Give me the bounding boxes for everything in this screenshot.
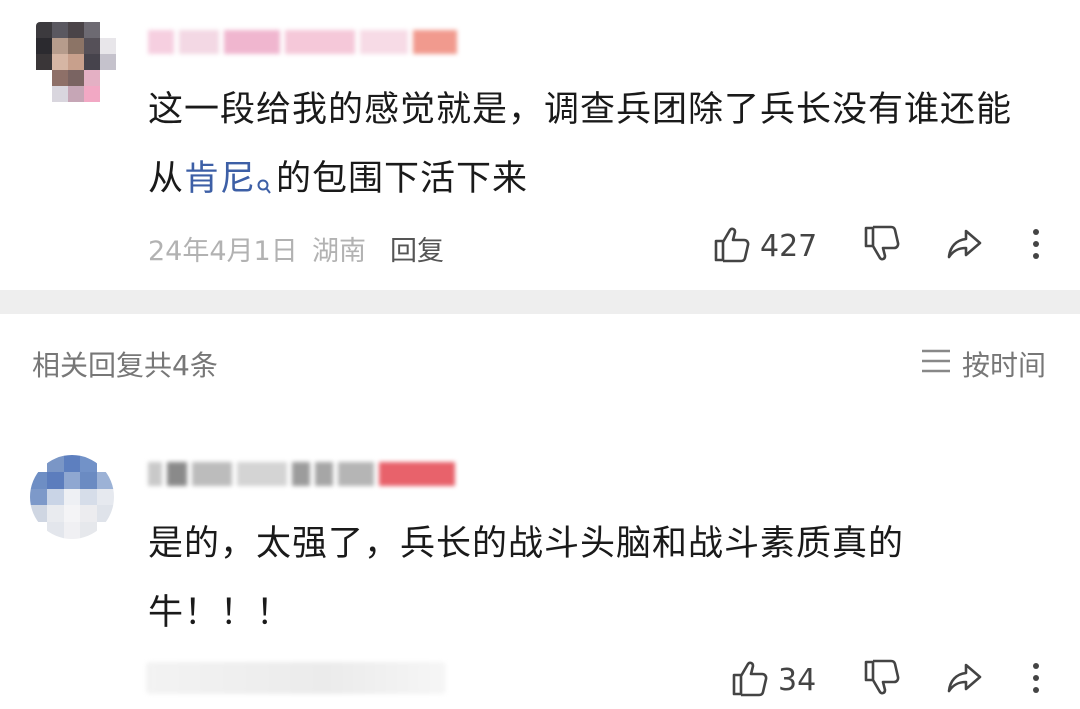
more-vertical-icon [1030,226,1042,266]
reply-text: 是的，太强了，兵长的战斗头脑和战斗素质真的 [148,524,905,564]
share-button[interactable] [946,226,984,266]
more-vertical-icon [1030,660,1042,700]
reply-more-button[interactable] [1030,660,1042,700]
entity-link[interactable]: 肯尼 [184,159,256,199]
reply-dislike-button[interactable] [862,658,902,702]
search-icon [256,163,272,207]
share-icon [946,660,984,700]
reply-avatar[interactable] [30,455,114,539]
thumbs-up-icon [730,658,770,702]
like-button[interactable]: 427 [712,224,817,268]
sort-label: 按时间 [961,349,1046,382]
like-count: 427 [760,228,818,264]
comment-text-line2: 从肯尼 的包围下活下来 [148,157,528,207]
comment-avatar[interactable] [36,22,116,102]
comment-username[interactable] [148,30,457,54]
thumbs-down-icon [862,224,902,268]
reply-like-count: 34 [778,662,817,698]
reply-like-button[interactable]: 34 [730,658,816,702]
replies-count-title: 相关回复共4条 [32,349,218,382]
reply-username[interactable] [148,462,455,486]
share-icon [946,226,984,266]
reply-button[interactable]: 回复 [390,229,444,268]
comment-location: 湖南 [312,236,366,267]
sort-by-time-button[interactable]: 按时间 [920,344,1046,384]
reply-text-line2: 牛！！！ [148,593,293,633]
more-button[interactable] [1030,226,1042,266]
reply-share-button[interactable] [946,660,984,700]
comment-date: 24年4月1日 [148,236,298,267]
reply-meta-redacted [146,662,446,694]
dislike-button[interactable] [862,224,902,268]
sort-lines-icon [920,348,952,381]
thumbs-up-icon [712,224,752,268]
comment-text: 这一段给我的感觉就是，调查兵团除了兵长没有谁还能 [148,90,1013,130]
section-divider [0,290,1080,314]
thumbs-down-icon [862,658,902,702]
